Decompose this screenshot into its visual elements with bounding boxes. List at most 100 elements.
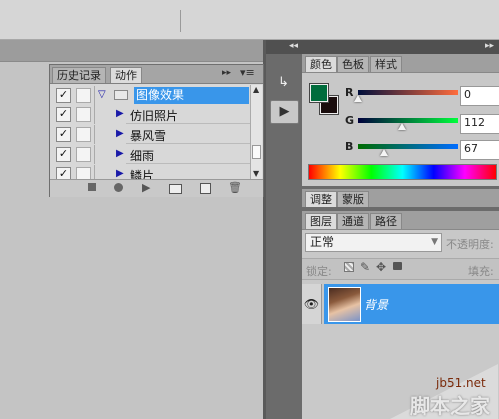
row-separator [126,143,250,144]
tab-layers[interactable]: 图层 [305,213,337,229]
channel-label: G [345,114,355,127]
dialog-toggle[interactable] [76,147,91,162]
tab-actions[interactable]: 动作 [110,67,142,83]
lock-transparency-icon[interactable] [344,262,354,272]
chevron-right-icon[interactable]: ▶ [116,168,124,179]
tab-color[interactable]: 颜色 [305,56,337,72]
channel-slider-thumb[interactable] [398,123,406,130]
expand-icon[interactable]: ▸▸ [222,68,231,78]
collapse-panels-icon[interactable]: ▸▸ [485,41,494,51]
chevron-down-icon[interactable]: ▽ [98,89,106,100]
action-set-row[interactable]: ✓ ▽ 图像效果 [50,86,250,105]
tab-adjustments[interactable]: 调整 [305,191,337,207]
action-name: 细雨 [130,149,155,163]
action-row[interactable]: ✓ ▶ 暴风雪 [50,125,250,144]
watermark-site: jb51.net [436,376,486,390]
scroll-thumb[interactable] [252,145,261,159]
actions-panel-icon[interactable]: ▶ [270,100,299,124]
collapse-dock-icon[interactable]: ◂◂ [289,41,298,51]
actions-panel-tabs: 历史记录 动作 ▸▸ ▾≡ [50,65,263,84]
right-panel-column: ▸▸ 颜色 色板 样式 R 0 G 112 B 67 调整 蒙版 图层 通道 路径 正常 … [302,40,499,419]
new-action-icon[interactable] [200,183,211,194]
chevron-right-icon[interactable]: ▶ [116,128,124,139]
actions-footer: ▶ 🗑 [50,179,263,197]
panel-menu-icon[interactable]: ▾≡ [240,66,255,79]
lock-label: 锁定: [306,265,332,278]
folder-icon [114,90,128,100]
toggle-checkbox[interactable]: ✓ [56,107,71,122]
options-separator [180,10,181,32]
chevron-right-icon[interactable]: ▶ [116,148,124,159]
dock-header: ◂◂ [266,40,302,54]
row-divider [94,125,95,144]
action-set-name: 图像效果 [134,87,249,104]
row-separator [126,163,250,164]
blend-mode-value: 正常 [310,235,335,249]
adjust-panel-tabs: 调整 蒙版 [302,189,499,208]
channel-label: B [345,140,354,153]
channel-value-field[interactable]: 67 [460,140,499,160]
play-icon[interactable]: ▶ [142,181,150,194]
lock-row: 锁定: ✎ ✥ 填充: [302,258,499,280]
row-divider [94,105,95,124]
channel-slider-track[interactable] [358,118,458,123]
action-row[interactable]: ✓ ▶ 细雨 [50,145,250,164]
toggle-checkbox[interactable]: ✓ [56,127,71,142]
channel-slider-track[interactable] [358,90,458,95]
foreground-color-swatch[interactable] [310,84,328,102]
row-separator [126,123,250,124]
dialog-toggle[interactable] [76,88,91,103]
channel-value-field[interactable]: 0 [460,86,499,106]
layers-panel-tabs: 图层 通道 路径 [302,211,499,230]
delete-icon[interactable]: 🗑 [228,181,242,194]
action-row[interactable]: ✓ ▶ 仿旧照片 [50,105,250,124]
history-panel-icon[interactable]: ↳ [270,72,297,94]
stop-icon[interactable] [88,183,96,191]
panel-column-header: ▸▸ [302,40,499,54]
fill-label: 填充: [468,265,494,278]
toggle-checkbox[interactable]: ✓ [56,147,71,162]
color-spectrum-bar[interactable] [308,164,497,180]
tab-swatches[interactable]: 色板 [337,56,369,72]
lock-all-icon[interactable] [393,262,402,270]
tab-history[interactable]: 历史记录 [52,67,106,83]
actions-scrollbar[interactable]: ▲ ▼ [250,85,262,179]
lock-position-icon[interactable]: ✥ [376,260,386,274]
dialog-toggle[interactable] [76,127,91,142]
chevron-right-icon[interactable]: ▶ [116,108,124,119]
tab-masks[interactable]: 蒙版 [337,191,369,207]
dialog-toggle[interactable] [76,107,91,122]
tab-styles[interactable]: 样式 [370,56,402,72]
toggle-checkbox[interactable]: ✓ [56,88,71,103]
channel-value-field[interactable]: 112 [460,114,499,134]
scroll-up-icon[interactable]: ▲ [253,85,259,94]
opacity-label: 不透明度: [446,238,494,251]
scroll-down-icon[interactable]: ▼ [253,169,259,178]
channel-label: R [345,86,354,99]
action-name: 仿旧照片 [130,109,179,123]
tab-paths[interactable]: 路径 [370,213,402,229]
panel-dock: ◂◂ ↳ ▶ [266,40,302,419]
watermark-brand: 脚本之家 [410,394,490,418]
channel-slider-thumb[interactable] [354,95,362,102]
eye-icon: 👁 [303,297,320,311]
channel-slider-thumb[interactable] [380,149,388,156]
row-divider [94,86,95,105]
chevron-down-icon: ▼ [431,237,438,247]
layer-row[interactable]: 背景 [324,284,499,324]
tab-channels[interactable]: 通道 [337,213,369,229]
new-set-icon[interactable] [169,184,182,194]
blend-mode-select[interactable]: 正常 ▼ [305,233,442,252]
action-name: 暴风雪 [130,129,167,143]
options-bar [0,0,499,40]
record-icon[interactable] [114,183,123,192]
layer-name: 背景 [364,298,389,312]
lock-image-icon[interactable]: ✎ [360,260,370,274]
document-tab-strip [0,40,265,62]
layer-thumbnail [328,287,361,322]
channel-slider-track[interactable] [358,144,458,149]
row-divider [94,145,95,164]
layer-visibility-toggle[interactable]: 👁 [302,284,322,324]
actions-panel: 历史记录 动作 ▸▸ ▾≡ ✓ ▽ 图像效果 ✓ ▶ 仿旧照片 ✓ ▶ 暴风雪 ✓ ▶ 细雨 ✓ ▶… [49,64,264,197]
color-panel-tabs: 颜色 色板 样式 [302,54,499,73]
